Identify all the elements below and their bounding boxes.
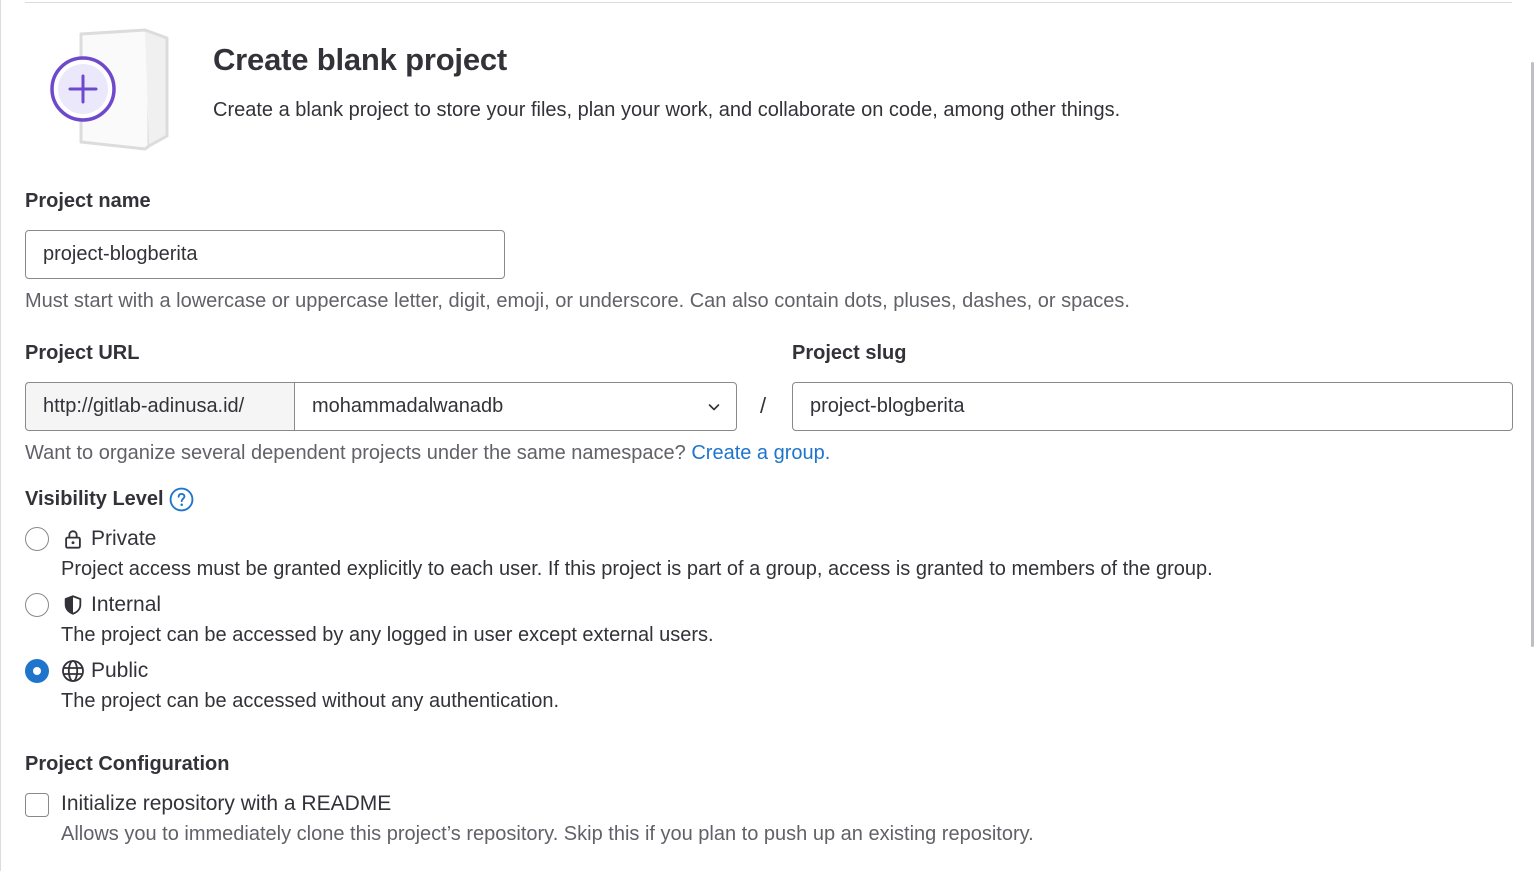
url-separator: / xyxy=(760,393,767,418)
top-divider xyxy=(25,2,1512,3)
private-description: Project access must be granted explicitl… xyxy=(61,558,1213,580)
question-circle-icon[interactable] xyxy=(169,487,194,512)
public-label: Public xyxy=(91,659,149,682)
private-radio[interactable] xyxy=(25,527,49,551)
namespace-dropdown[interactable]: mohammadalwanadb xyxy=(294,382,737,431)
project-url-prefix: http://gitlab-adinusa.id/ xyxy=(25,382,294,431)
visibility-level-heading: Visibility Level xyxy=(25,487,194,512)
project-configuration-label: Project Configuration xyxy=(25,753,230,775)
project-name-label: Project name xyxy=(25,190,151,212)
page-title: Create blank project xyxy=(213,42,508,77)
project-name-input[interactable]: project-blogberita xyxy=(25,230,505,279)
visibility-option-public[interactable]: Public xyxy=(25,659,148,683)
visibility-option-internal[interactable]: Internal xyxy=(25,593,161,617)
public-description: The project can be accessed without any … xyxy=(61,690,560,712)
private-label: Private xyxy=(91,527,157,550)
page-scrollbar[interactable] xyxy=(1531,62,1534,647)
namespace-selected-value: mohammadalwanadb xyxy=(312,395,504,417)
project-slug-input[interactable]: project-blogberita xyxy=(792,382,1513,431)
readme-checkbox-label[interactable]: Initialize repository with a README xyxy=(61,792,391,816)
project-url-label: Project URL xyxy=(25,342,140,364)
project-slug-label: Project slug xyxy=(792,342,907,364)
blank-project-illustration xyxy=(50,28,169,151)
globe-icon xyxy=(61,659,85,683)
visibility-option-private[interactable]: Private xyxy=(25,527,156,551)
public-radio[interactable] xyxy=(25,659,49,683)
project-url-group: http://gitlab-adinusa.id/ mohammadalwana… xyxy=(25,382,737,431)
shield-icon xyxy=(61,593,85,617)
visibility-level-label: Visibility Level xyxy=(25,488,164,510)
readme-help: Allows you to immediately clone this pro… xyxy=(61,823,1034,845)
left-divider xyxy=(0,0,1,871)
internal-radio[interactable] xyxy=(25,593,49,617)
internal-label: Internal xyxy=(91,593,162,616)
namespace-help: Want to organize several dependent proje… xyxy=(25,442,830,465)
internal-description: The project can be accessed by any logge… xyxy=(61,624,714,646)
chevron-down-icon xyxy=(708,403,720,410)
create-group-link[interactable]: Create a group. xyxy=(691,442,830,464)
namespace-help-text: Want to organize several dependent proje… xyxy=(25,442,686,464)
lock-icon xyxy=(61,527,85,551)
page-description: Create a blank project to store your fil… xyxy=(213,99,1121,121)
readme-checkbox[interactable] xyxy=(25,793,49,817)
project-name-help: Must start with a lowercase or uppercase… xyxy=(25,290,1130,312)
